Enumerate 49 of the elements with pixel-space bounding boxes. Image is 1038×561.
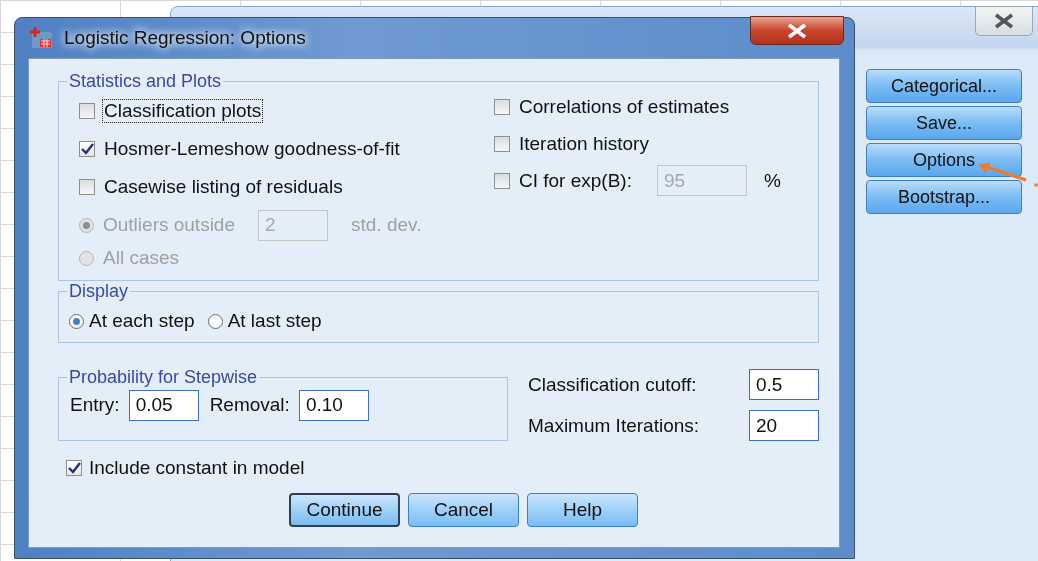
checkbox[interactable] — [79, 103, 95, 119]
checkbox[interactable] — [79, 141, 95, 157]
unit-label: std. dev. — [350, 214, 423, 236]
checkbox[interactable] — [494, 172, 510, 189]
close-icon — [786, 22, 808, 39]
checkbox[interactable] — [79, 179, 95, 195]
checkbox-label: Include constant in model — [88, 457, 306, 479]
radio-button[interactable] — [207, 313, 223, 329]
group-title: Display — [68, 281, 130, 302]
checkbox-label: CI for exp(B): — [518, 169, 633, 192]
radio-label: At last step — [226, 310, 323, 332]
dialog-button[interactable]: Options — [866, 143, 1022, 177]
group-title: Probability for Stepwise — [68, 367, 259, 388]
radio-label: Outliers outside — [102, 214, 236, 236]
radio-label: All cases — [102, 247, 181, 269]
checkmark-icon — [80, 143, 94, 155]
checkbox-label: Correlations of estimates — [518, 95, 731, 118]
dialog-button[interactable]: Categorical... — [866, 69, 1022, 103]
checkbox-label: Iteration history — [518, 132, 650, 155]
checkbox[interactable] — [494, 98, 510, 115]
field-label: Removal: — [208, 394, 291, 416]
unit-label: % — [763, 169, 782, 192]
pointer-arrow — [978, 163, 1038, 187]
dialog-button[interactable]: Bootstrap... — [866, 180, 1022, 214]
dialog-button[interactable]: Cancel — [408, 493, 519, 527]
radio-button[interactable] — [69, 313, 84, 329]
dialog-button[interactable]: Help — [527, 493, 638, 527]
radio-label: At each step — [88, 310, 196, 332]
field-label: Classification cutoff: — [527, 373, 698, 396]
input-field[interactable]: 20 — [749, 410, 819, 441]
input-field[interactable]: 0.10 — [298, 389, 369, 421]
checkmark-icon — [67, 462, 81, 474]
field-label: Entry: — [69, 394, 121, 416]
checkbox[interactable] — [66, 460, 82, 476]
input-field[interactable]: 0.05 — [128, 389, 199, 421]
window-title: Logistic Regression: Options — [64, 27, 306, 49]
close-button[interactable] — [975, 6, 1033, 36]
table-icon — [28, 26, 54, 50]
input-field[interactable]: 0.5 — [749, 369, 819, 400]
close-button[interactable] — [750, 16, 844, 45]
group-title: Statistics and Plots — [68, 71, 223, 92]
checkbox-label: Hosmer-Lemeshow goodness-of-fit — [103, 138, 401, 160]
dialog-button[interactable]: Save... — [866, 106, 1022, 140]
checkbox-label: Classification plots — [103, 100, 263, 122]
dialog-button[interactable]: Continue — [289, 493, 400, 527]
field-label: Maximum Iterations: — [527, 414, 701, 437]
checkbox-label: Casewise listing of residuals — [103, 176, 344, 198]
close-icon — [993, 13, 1015, 29]
checkbox[interactable] — [494, 135, 510, 152]
